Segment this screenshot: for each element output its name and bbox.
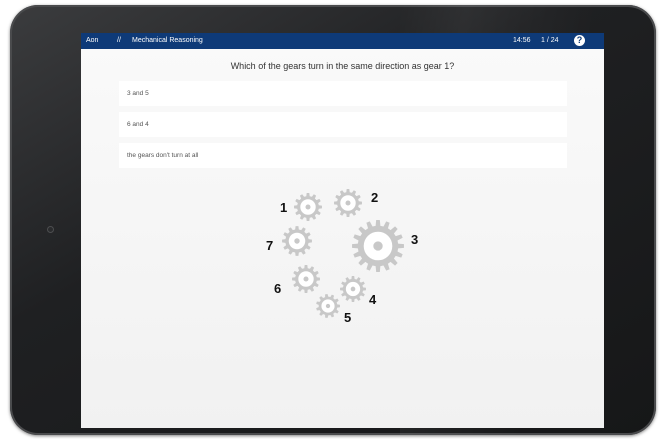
gear-label-3: 3 bbox=[411, 232, 418, 247]
gear-hub bbox=[350, 286, 356, 292]
gear-label-2: 2 bbox=[371, 190, 378, 205]
gear-diagram: 1 2 3 4 5 6 7 bbox=[266, 189, 418, 325]
gear-label-4: 4 bbox=[369, 292, 377, 307]
brand-name: Aon bbox=[86, 37, 99, 44]
answer-option-label: 6 and 4 bbox=[127, 121, 149, 128]
gear-hub bbox=[373, 241, 383, 251]
header-bar: Aon // Mechanical Reasoning 14:56 1 / 24… bbox=[81, 33, 604, 49]
gear-label-1: 1 bbox=[280, 200, 287, 215]
gear-hub bbox=[303, 276, 309, 282]
gear-layer bbox=[282, 189, 404, 318]
section-title: Mechanical Reasoning bbox=[132, 37, 203, 44]
answer-option-label: 3 and 5 bbox=[127, 90, 149, 97]
gear-1 bbox=[294, 193, 322, 221]
gear-label-6: 6 bbox=[274, 281, 281, 296]
gear-6 bbox=[292, 265, 320, 293]
gear-hub bbox=[294, 238, 300, 244]
answer-option-2[interactable]: 6 and 4 bbox=[119, 112, 567, 137]
tablet-frame: Aon // Mechanical Reasoning 14:56 1 / 24… bbox=[10, 5, 656, 435]
gear-5 bbox=[316, 294, 340, 318]
gear-2 bbox=[334, 189, 362, 217]
camera-icon bbox=[47, 226, 54, 233]
answer-option-label: the gears don't turn at all bbox=[127, 152, 199, 159]
answer-option-1[interactable]: 3 and 5 bbox=[119, 81, 567, 106]
gear-7 bbox=[282, 226, 312, 256]
gear-hub bbox=[325, 303, 331, 309]
gear-label-5: 5 bbox=[344, 310, 351, 325]
gear-3 bbox=[352, 220, 404, 272]
app-screen: Aon // Mechanical Reasoning 14:56 1 / 24… bbox=[81, 33, 604, 428]
help-icon[interactable]: ? bbox=[574, 35, 585, 46]
breadcrumb-separator: // bbox=[117, 37, 121, 44]
timer: 14:56 bbox=[513, 37, 531, 44]
answer-option-3[interactable]: the gears don't turn at all bbox=[119, 143, 567, 168]
gear-hub bbox=[305, 204, 311, 210]
question-progress: 1 / 24 bbox=[541, 37, 559, 44]
gear-label-7: 7 bbox=[266, 238, 273, 253]
question-text: Which of the gears turn in the same dire… bbox=[230, 61, 455, 71]
gear-4 bbox=[340, 276, 366, 302]
gear-hub bbox=[345, 200, 351, 206]
